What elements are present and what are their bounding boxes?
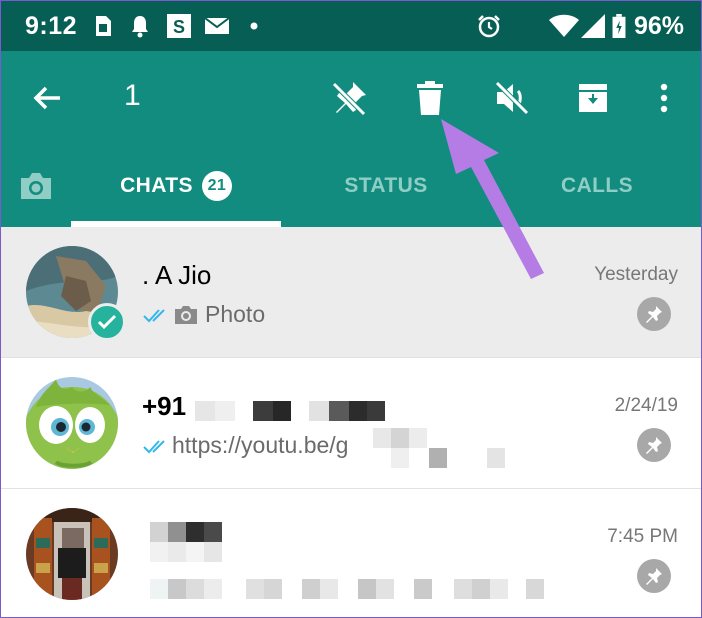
screen: 9:12 S 96% 1 CHATS 21 STATUS CALLS . A J…: [0, 0, 702, 618]
annotation-arrow-icon: [441, 119, 544, 279]
